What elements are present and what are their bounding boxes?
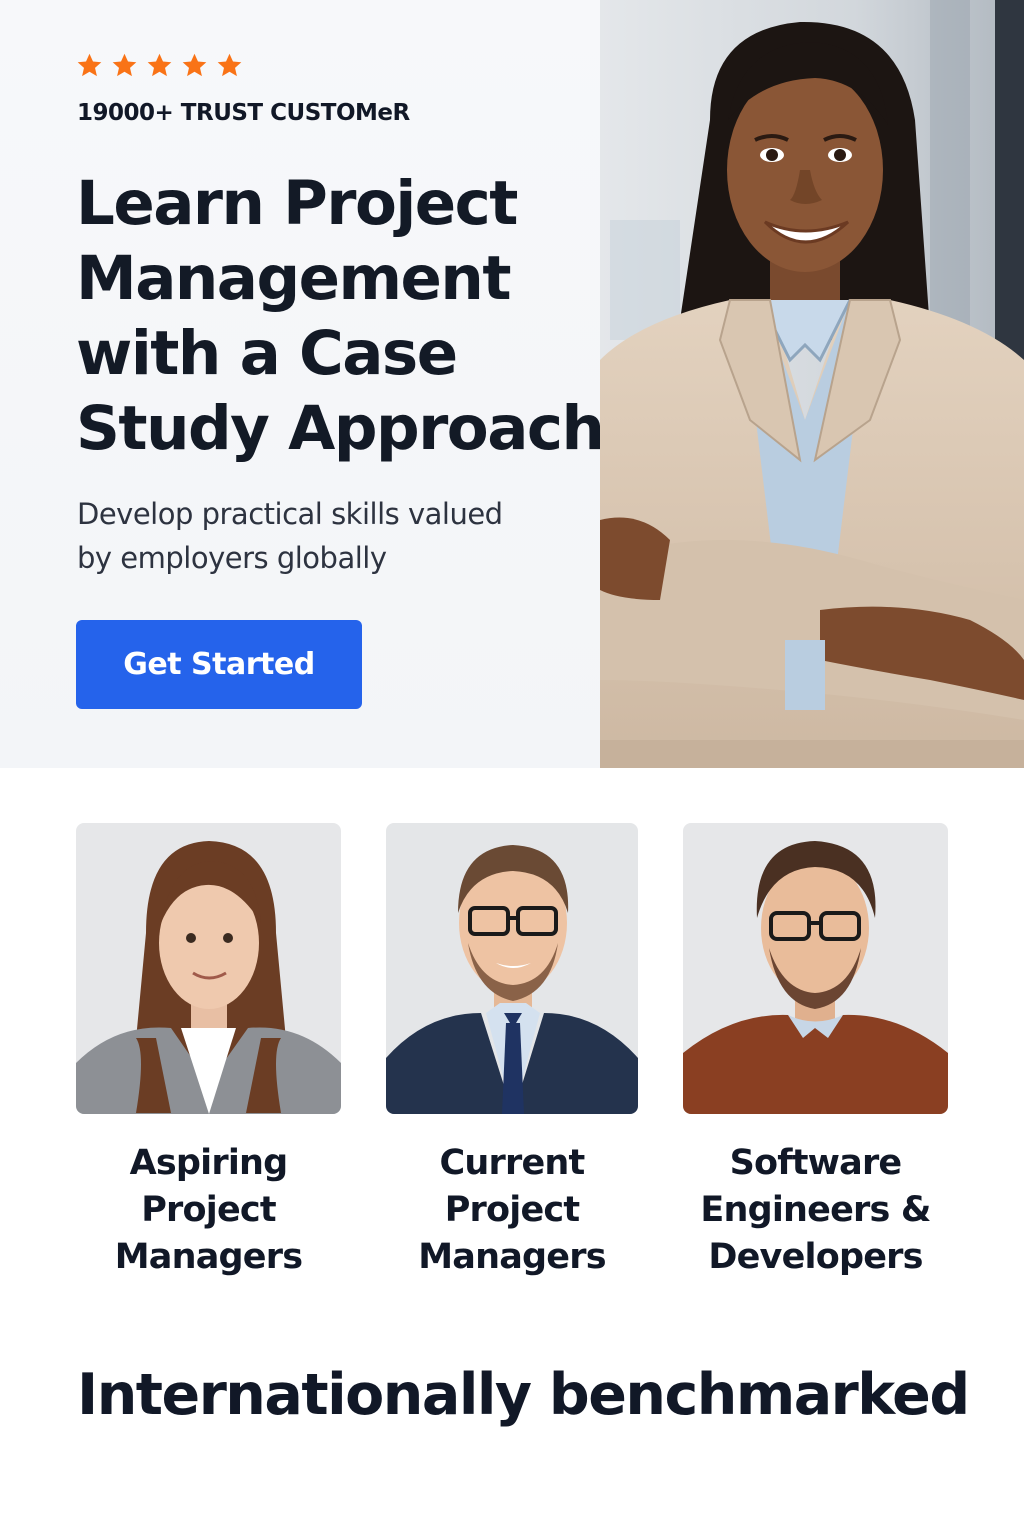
rating-stars: [76, 52, 243, 79]
audience-card-label: Software Engineers & Developers: [683, 1140, 948, 1281]
audience-card-image: [386, 823, 638, 1114]
headline-line: Management: [76, 243, 512, 314]
card-label-line: Aspiring: [129, 1143, 289, 1183]
audience-card-image: [683, 823, 948, 1114]
star-icon: [112, 53, 137, 77]
star-icon: [77, 53, 102, 77]
man-suit-glasses-portrait: [386, 823, 638, 1114]
hero-subheading: Develop practical skills valued by emplo…: [77, 492, 547, 580]
trust-customer-count: 19000+ TRUST CUSTOMeR: [77, 100, 410, 126]
card-label-line: Software: [729, 1143, 903, 1183]
card-label-line: Project: [141, 1190, 276, 1230]
star-icon: [147, 53, 172, 77]
headline-line: Study Approach: [76, 393, 605, 464]
subhead-line: Develop practical skills valued: [77, 497, 503, 531]
woman-gray-blazer-portrait: [76, 823, 341, 1114]
man-sweater-glasses-portrait: [683, 823, 948, 1114]
audience-card-label: Aspiring Project Managers: [76, 1140, 341, 1281]
card-label-line: Managers: [418, 1237, 606, 1277]
card-label-line: Developers: [708, 1237, 923, 1277]
audience-card-label: Current Project Managers: [386, 1140, 638, 1281]
get-started-button[interactable]: Get Started: [76, 620, 362, 709]
hero-text-panel: 19000+ TRUST CUSTOMeR Learn Project Mana…: [0, 0, 605, 768]
subhead-line: by employers globally: [77, 541, 387, 575]
card-label-line: Managers: [114, 1237, 303, 1277]
card-label-line: Project: [444, 1190, 580, 1230]
audience-card-image: [76, 823, 341, 1114]
star-icon: [217, 53, 242, 77]
woman-professional-portrait: [600, 0, 1024, 768]
card-label-line: Current: [439, 1143, 586, 1183]
hero-headline: Learn Project Management with a Case Stu…: [76, 166, 616, 466]
hero-portrait-image: [600, 0, 1024, 768]
headline-line: with a Case: [76, 318, 458, 389]
headline-line: Learn Project: [76, 168, 518, 239]
hero-section: 19000+ TRUST CUSTOMeR Learn Project Mana…: [0, 0, 1024, 768]
star-icon: [182, 53, 207, 77]
card-label-line: Engineers &: [700, 1190, 931, 1230]
section-title: Internationally benchmarked: [77, 1362, 970, 1428]
